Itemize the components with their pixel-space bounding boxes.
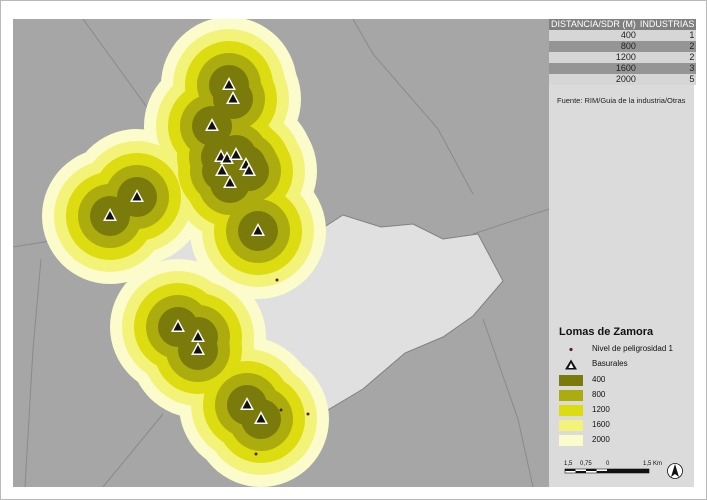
source-note: Fuente: RIM/Guia de la industria/Otras: [557, 96, 686, 105]
scale-bar-segment: [575, 471, 586, 473]
north-arrow-icon: [667, 463, 683, 479]
table-row: 1200 2: [549, 52, 697, 63]
row-distance: 1200: [549, 52, 638, 63]
scale-label: 1,5: [564, 461, 573, 467]
scale-bar: 1,5 0,75 0 1,5 Km: [564, 461, 662, 474]
scale-bar-segment: [607, 469, 649, 473]
header-distance: DISTANCIA/SDR (M): [549, 19, 638, 30]
hazard-point-icon: [559, 344, 583, 355]
buffer-1200-swatch: [559, 404, 583, 416]
legend-buffer-label: 400: [592, 375, 606, 384]
table-row: 1600 3: [549, 63, 697, 74]
legend-landfill: Basurales: [559, 358, 628, 370]
scale-label: 0,75: [580, 461, 592, 467]
legend-buffer-label: 1600: [592, 420, 610, 429]
side-panel: DISTANCIA/SDR (M) INDUSTRIAS 400 1 800 2…: [549, 19, 697, 487]
legend-title: Lomas de Zamora: [559, 326, 654, 338]
header-industries: INDUSTRIAS: [637, 19, 697, 30]
row-count: 3: [637, 63, 697, 74]
map-canvas[interactable]: [13, 19, 549, 487]
legend-buffer-label: 800: [592, 390, 606, 399]
table-row: 2000 5: [549, 74, 697, 85]
legend-buffer-800: 800: [559, 389, 605, 401]
table-row: 800 2: [549, 41, 697, 52]
scale-bar-segment: [596, 471, 607, 473]
buffer-2000-swatch: [559, 434, 583, 446]
industries-distance-table: DISTANCIA/SDR (M) INDUSTRIAS 400 1 800 2…: [549, 19, 697, 85]
legend-buffer-label: 1200: [592, 405, 610, 414]
legend-buffer-400: 400: [559, 374, 605, 386]
row-distance: 2000: [549, 74, 638, 85]
landfill-triangle-icon: [559, 359, 583, 370]
row-count: 2: [637, 52, 697, 63]
buffer-400-swatch: [559, 374, 583, 386]
legend-buffer-1600: 1600: [559, 419, 610, 431]
scale-bar-segment: [586, 469, 597, 471]
hazard-point[interactable]: [279, 408, 283, 412]
row-distance: 1600: [549, 63, 638, 74]
legend-hazard: Nivel de peligrosidad 1: [559, 343, 673, 355]
legend-hazard-label: Nivel de peligrosidad 1: [592, 344, 673, 353]
row-distance: 400: [549, 30, 638, 41]
buffer-800-swatch: [559, 389, 583, 401]
legend-buffer-label: 2000: [592, 435, 610, 444]
scale-bar-segment: [565, 469, 576, 471]
map-area[interactable]: [13, 19, 549, 487]
table-row: 400 1: [549, 30, 697, 41]
hazard-point[interactable]: [275, 278, 279, 282]
row-distance: 800: [549, 41, 638, 52]
row-count: 1: [637, 30, 697, 41]
scale-label: 0: [606, 461, 610, 467]
legend-buffer-1200: 1200: [559, 404, 610, 416]
hazard-point[interactable]: [254, 452, 258, 456]
row-count: 2: [637, 41, 697, 52]
scale-label: 1,5 Km: [643, 461, 662, 467]
legend-buffer-2000: 2000: [559, 434, 610, 446]
table-header-row: DISTANCIA/SDR (M) INDUSTRIAS: [549, 19, 697, 30]
hazard-point[interactable]: [306, 412, 310, 416]
legend-landfill-label: Basurales: [592, 359, 628, 368]
row-count: 5: [637, 74, 697, 85]
buffer-1600-swatch: [559, 419, 583, 431]
